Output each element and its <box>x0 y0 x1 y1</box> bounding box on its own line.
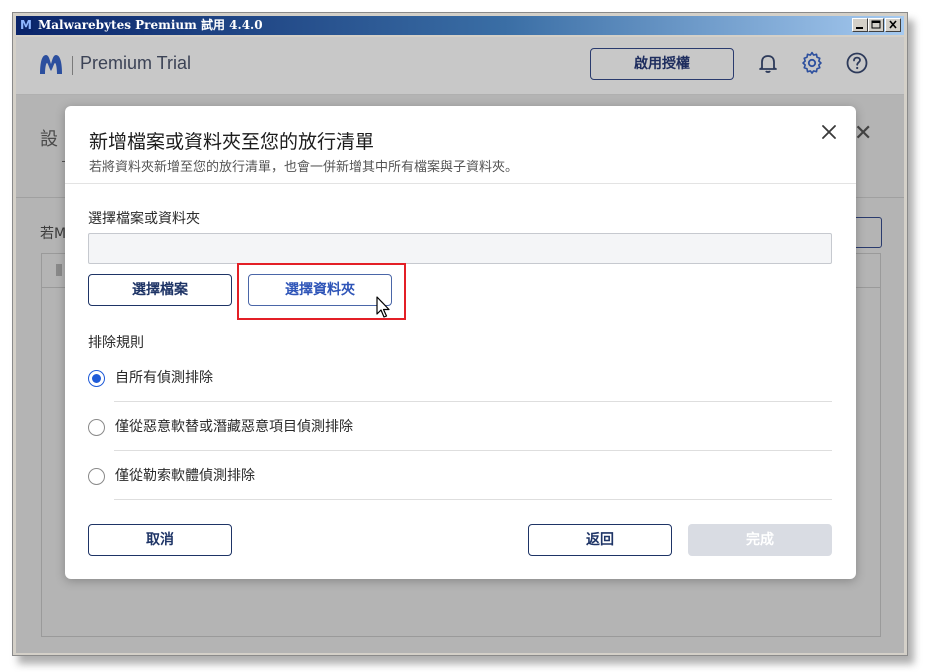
rule-divider <box>114 499 832 500</box>
brand-name: Premium Trial <box>80 53 192 73</box>
title-bar[interactable]: M Malwarebytes Premium 試用 4.4.0 <box>16 16 904 35</box>
rule-option-label: 僅從勒索軟體偵測排除 <box>115 468 255 484</box>
rule-divider <box>114 450 832 451</box>
minimize-button[interactable] <box>852 18 868 32</box>
close-window-button[interactable] <box>885 18 901 32</box>
dialog-subtitle: 若將資料夾新增至您的放行清單，也會一併新增其中所有檔案與子資料夾。 <box>89 160 519 175</box>
minimize-icon <box>856 27 863 29</box>
bell-icon[interactable] <box>756 51 780 75</box>
choose-file-button[interactable]: 選擇檔案 <box>88 274 232 306</box>
rule-divider <box>114 401 832 402</box>
settings-intro-text: 若M <box>40 226 67 242</box>
select-file-label: 選擇檔案或資料夾 <box>88 211 200 227</box>
help-icon[interactable] <box>845 51 869 75</box>
radio-button[interactable] <box>88 468 105 485</box>
maximize-icon <box>871 20 881 29</box>
maximize-button[interactable] <box>868 18 884 32</box>
radio-button[interactable] <box>88 419 105 436</box>
rule-option-label: 僅從惡意軟替或潛藏惡意項目偵測排除 <box>115 419 353 435</box>
rule-option-malware[interactable]: 僅從惡意軟替或潛藏惡意項目偵測排除 <box>88 419 832 468</box>
close-icon[interactable] <box>817 120 841 144</box>
dialog-divider <box>65 183 856 184</box>
table-checkbox[interactable] <box>56 264 62 276</box>
cancel-button[interactable]: 取消 <box>88 524 232 556</box>
back-button[interactable]: 返回 <box>528 524 672 556</box>
gear-icon[interactable] <box>800 51 824 75</box>
mouse-cursor-icon <box>376 296 390 318</box>
app-title-icon: M <box>19 18 33 32</box>
rule-option-ransomware[interactable]: 僅從勒索軟體偵測排除 <box>88 468 832 517</box>
done-button[interactable]: 完成 <box>688 524 832 556</box>
dialog-title: 新增檔案或資料夾至您的放行清單 <box>89 131 375 153</box>
close-window-icon <box>889 20 897 29</box>
brand-separator <box>72 56 73 75</box>
settings-close-icon[interactable]: ✕ <box>854 121 872 146</box>
rule-option-label: 自所有偵測排除 <box>115 370 213 386</box>
malwarebytes-logo-icon <box>40 55 62 74</box>
app-header: Premium Trial 啟用授權 <box>16 37 904 95</box>
add-allow-list-dialog: 新增檔案或資料夾至您的放行清單 若將資料夾新增至您的放行清單，也會一併新增其中所… <box>65 106 856 579</box>
radio-button-checked[interactable] <box>88 370 105 387</box>
window-title: Malwarebytes Premium 試用 4.4.0 <box>38 18 263 32</box>
exclusion-rules-label: 排除規則 <box>88 335 144 351</box>
path-input[interactable] <box>88 233 832 264</box>
settings-page-title: 設 <box>40 129 58 150</box>
rule-option-all[interactable]: 自所有偵測排除 <box>88 370 832 419</box>
activate-license-button[interactable]: 啟用授權 <box>590 48 734 80</box>
